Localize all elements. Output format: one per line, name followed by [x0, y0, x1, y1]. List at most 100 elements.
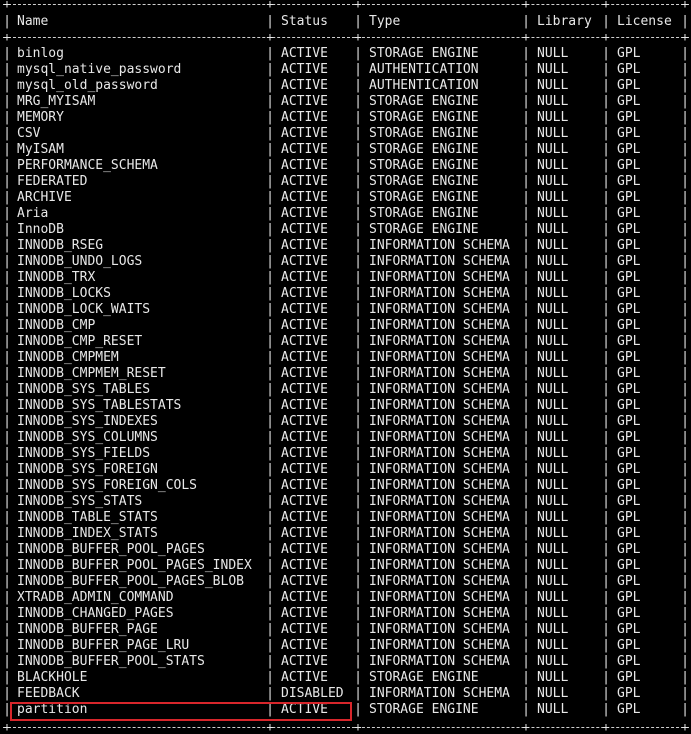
cell-name: INNODB_BUFFER_POOL_PAGES_BLOB — [17, 574, 244, 589]
column-divider: | — [681, 670, 689, 685]
column-divider: | — [3, 686, 11, 701]
column-divider: | — [522, 686, 530, 701]
column-divider: | — [354, 430, 362, 445]
column-divider: | — [522, 398, 530, 413]
column-divider: | — [354, 686, 362, 701]
column-divider: | — [266, 654, 274, 669]
column-divider: | — [3, 606, 11, 621]
column-divider: | — [602, 14, 610, 29]
cell-library: NULL — [537, 542, 569, 557]
cell-type: STORAGE ENGINE — [369, 46, 479, 61]
cell-status: ACTIVE — [281, 494, 328, 509]
cell-license: GPL — [617, 638, 641, 653]
cell-license: GPL — [617, 542, 641, 557]
cell-library: NULL — [537, 206, 569, 221]
cell-name: partition — [17, 702, 88, 717]
column-divider: | — [266, 254, 274, 269]
table-row: | INNODB_SYS_STATS | ACTIVE | INFORMATION SCH… — [0, 494, 691, 510]
column-divider: | — [354, 494, 362, 509]
column-divider: | — [522, 238, 530, 253]
column-divider: | — [266, 174, 274, 189]
column-divider: | — [266, 478, 274, 493]
table-row: | INNODB_BUFFER_PAGE | ACTIVE | INFORMATION S… — [0, 622, 691, 638]
cell-name: INNODB_SYS_INDEXES — [17, 414, 158, 429]
cell-type: STORAGE ENGINE — [369, 670, 479, 685]
cell-name: FEEDBACK — [17, 686, 80, 701]
cell-library: NULL — [537, 462, 569, 477]
column-divider: | — [3, 574, 11, 589]
cell-name: INNODB_SYS_TABLES — [17, 382, 151, 397]
table-row: | MEMORY | ACTIVE | STORAGE ENGINE | NULL | GPL | — [0, 110, 691, 126]
column-divider: | — [354, 158, 362, 173]
column-divider: | — [3, 14, 11, 29]
cell-status: ACTIVE — [281, 334, 328, 349]
cell-name: InnoDB — [17, 222, 64, 237]
column-divider: | — [266, 222, 274, 237]
border-joint: + — [602, 0, 610, 11]
table-row: | CSV | ACTIVE | STORAGE ENGINE | NULL | GPL | — [0, 126, 691, 142]
cell-name: INNODB_LOCKS — [17, 286, 111, 301]
column-divider: | — [354, 654, 362, 669]
table-row: | INNODB_CHANGED_PAGES | ACTIVE | INFORMATION… — [0, 606, 691, 622]
column-divider: | — [522, 382, 530, 397]
cell-type: INFORMATION SCHEMA — [369, 254, 510, 269]
cell-status: ACTIVE — [281, 638, 328, 653]
column-divider: | — [522, 670, 530, 685]
column-divider: | — [354, 222, 362, 237]
column-divider: | — [3, 382, 11, 397]
cell-license: GPL — [617, 158, 641, 173]
cell-status: ACTIVE — [281, 110, 328, 125]
column-divider: | — [681, 270, 689, 285]
column-divider: | — [354, 286, 362, 301]
column-divider: | — [522, 302, 530, 317]
cell-status: ACTIVE — [281, 350, 328, 365]
column-divider: | — [354, 254, 362, 269]
column-divider: | — [602, 126, 610, 141]
cell-name: INNODB_CMPMEM_RESET — [17, 366, 166, 381]
column-divider: | — [266, 78, 274, 93]
cell-license: GPL — [617, 430, 641, 445]
column-divider: | — [354, 174, 362, 189]
column-divider: | — [3, 494, 11, 509]
cell-type: INFORMATION SCHEMA — [369, 446, 510, 461]
cell-library: NULL — [537, 126, 569, 141]
column-divider: | — [266, 158, 274, 173]
column-divider: | — [266, 94, 274, 109]
column-divider: | — [522, 142, 530, 157]
border-joint: + — [3, 30, 11, 44]
table-row: | ARCHIVE | ACTIVE | STORAGE ENGINE | NULL | GPL | — [0, 190, 691, 206]
cell-status: ACTIVE — [281, 158, 328, 173]
cell-status: ACTIVE — [281, 462, 328, 477]
cell-type: STORAGE ENGINE — [369, 206, 479, 221]
column-divider: | — [3, 366, 11, 381]
column-divider: | — [602, 318, 610, 333]
cell-name: MyISAM — [17, 142, 64, 157]
column-divider: | — [3, 302, 11, 317]
cell-status: ACTIVE — [281, 318, 328, 333]
column-divider: | — [681, 190, 689, 205]
cell-library: NULL — [537, 494, 569, 509]
column-header-status: Status — [281, 14, 328, 29]
column-divider: | — [681, 558, 689, 573]
cell-type: INFORMATION SCHEMA — [369, 590, 510, 605]
column-divider: | — [602, 574, 610, 589]
column-divider: | — [522, 174, 530, 189]
column-divider: | — [681, 638, 689, 653]
column-divider: | — [354, 414, 362, 429]
cell-name: FEDERATED — [17, 174, 88, 189]
column-divider: | — [522, 462, 530, 477]
cell-status: ACTIVE — [281, 238, 328, 253]
column-divider: | — [522, 654, 530, 669]
cell-type: INFORMATION SCHEMA — [369, 606, 510, 621]
column-divider: | — [681, 78, 689, 93]
border-joint: + — [522, 720, 530, 734]
cell-type: STORAGE ENGINE — [369, 94, 479, 109]
border-joint: + — [354, 720, 362, 734]
column-divider: | — [681, 318, 689, 333]
column-divider: | — [681, 686, 689, 701]
table-row: | INNODB_INDEX_STATS | ACTIVE | INFORMATION S… — [0, 526, 691, 542]
cell-library: NULL — [537, 638, 569, 653]
column-divider: | — [3, 286, 11, 301]
cell-type: STORAGE ENGINE — [369, 158, 479, 173]
column-divider: | — [354, 302, 362, 317]
